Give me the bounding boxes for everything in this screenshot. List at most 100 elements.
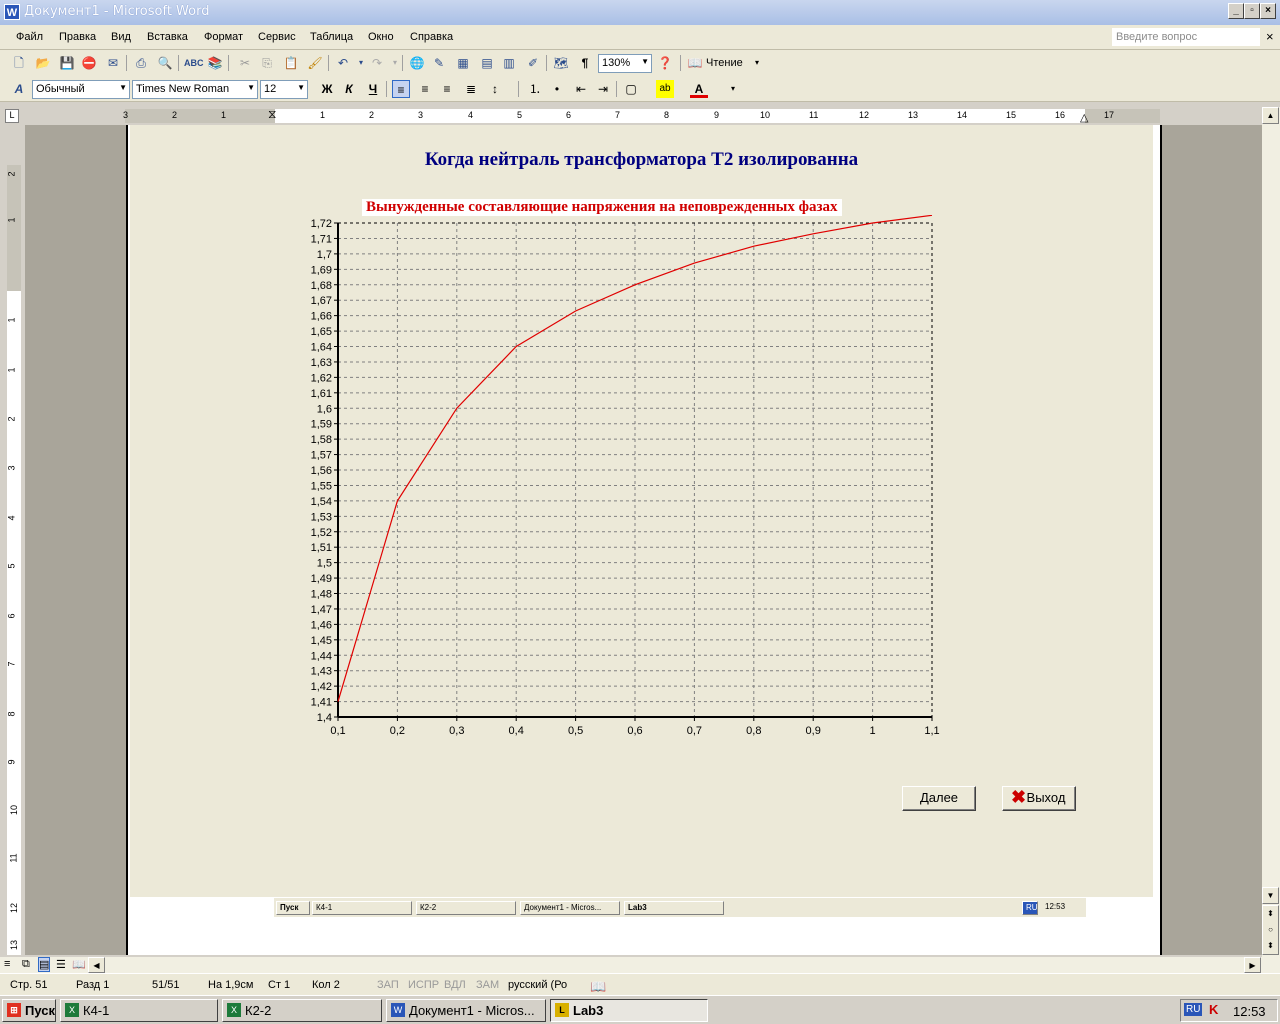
font-size-select[interactable]: 12 ▼ [260, 80, 308, 99]
tab-selector-icon[interactable]: L [5, 109, 19, 123]
decrease-indent-icon[interactable]: ⇤ [572, 80, 590, 98]
menu-tools[interactable]: Сервис [258, 31, 296, 43]
menu-help[interactable]: Справка [410, 31, 453, 43]
highlight-icon[interactable]: ab [656, 80, 674, 98]
style-select[interactable]: Обычный ▼ [32, 80, 130, 99]
hyperlink-icon[interactable]: 🌐 [408, 54, 426, 72]
taskbar-item-k2-2[interactable]: X К2-2 [222, 999, 382, 1022]
outline-view-icon[interactable]: ☰ [56, 958, 66, 971]
scroll-up-icon[interactable]: ▲ [1262, 107, 1279, 124]
cut-icon[interactable]: ✂ [236, 54, 254, 72]
save-icon[interactable]: 💾 [58, 54, 76, 72]
zoom-select[interactable]: 130% ▼ [598, 54, 652, 73]
status-track[interactable]: ИСПР [408, 979, 439, 991]
toolbar-options-icon[interactable]: ▾ [748, 54, 766, 72]
antivirus-icon[interactable]: K [1209, 1002, 1218, 1017]
styles-icon[interactable]: A [10, 80, 28, 98]
reading-button[interactable]: Чтение [706, 57, 743, 69]
status-rec[interactable]: ЗАП [377, 979, 399, 991]
redo-icon[interactable]: ↷ [368, 54, 386, 72]
menu-table[interactable]: Таблица [310, 31, 353, 43]
underline-button[interactable]: Ч [364, 80, 382, 98]
insert-table-icon[interactable]: ▦ [454, 54, 472, 72]
line-spacing-icon[interactable]: ↕ [486, 80, 504, 98]
align-right-icon[interactable]: ≡ [438, 80, 456, 98]
reading-icon[interactable]: 📖 [686, 54, 704, 72]
research-icon[interactable]: 📚 [206, 54, 224, 72]
scroll-left-icon[interactable]: ◀ [88, 957, 105, 973]
print-icon[interactable]: ⎙ [132, 54, 150, 72]
align-left-icon[interactable]: ≡ [392, 80, 410, 98]
tables-borders-icon[interactable]: ✎ [430, 54, 448, 72]
status-overtype[interactable]: ЗАМ [476, 979, 499, 991]
numbering-icon[interactable]: ⒈ [526, 80, 544, 98]
bold-button[interactable]: Ж [318, 80, 336, 98]
ask-question-input[interactable]: Введите вопрос [1112, 28, 1260, 46]
bullets-icon[interactable]: • [548, 80, 566, 98]
horizontal-ruler[interactable]: L 3 2 1 1 2 3 4 5 6 7 8 9 10 11 12 13 14… [5, 107, 1260, 125]
paste-icon[interactable]: 📋 [282, 54, 300, 72]
start-button[interactable]: ⊞ Пуск [2, 999, 56, 1022]
undo-icon[interactable]: ↶ [334, 54, 352, 72]
drawing-icon[interactable]: ✐ [524, 54, 542, 72]
menu-file[interactable]: Файл [16, 31, 43, 43]
menu-window[interactable]: Окно [368, 31, 394, 43]
ruler-label: 9 [6, 759, 17, 765]
first-line-indent-marker[interactable]: ⧖ [268, 107, 276, 122]
show-formatting-icon[interactable]: ¶ [576, 54, 594, 72]
insert-excel-icon[interactable]: ▤ [478, 54, 496, 72]
status-language[interactable]: русский (Ро [508, 979, 567, 991]
font-color-icon[interactable]: A [690, 80, 708, 98]
columns-icon[interactable]: ▥ [500, 54, 518, 72]
print-layout-view-icon[interactable]: ▤ [38, 957, 51, 972]
reading-view-icon[interactable]: 📖 [72, 958, 86, 971]
font-select[interactable]: Times New Roman ▼ [132, 80, 258, 99]
horizontal-scrollbar[interactable]: ≡ ⧉ ▤ ☰ 📖 ◀ ▶ [0, 957, 1280, 973]
spelling-status-icon[interactable]: 📖 [590, 979, 606, 995]
taskbar-item-word[interactable]: W Документ1 - Micros... [386, 999, 546, 1022]
ruler-label: 1 [320, 110, 326, 120]
scroll-right-icon[interactable]: ▶ [1244, 957, 1261, 973]
document-map-icon[interactable]: 🗺 [552, 54, 570, 72]
menu-view[interactable]: Вид [111, 31, 131, 43]
menu-edit[interactable]: Правка [59, 31, 96, 43]
copy-icon[interactable]: ⎘ [258, 54, 276, 72]
status-extend[interactable]: ВДЛ [444, 979, 466, 991]
open-icon[interactable]: 📂 [34, 54, 52, 72]
align-center-icon[interactable]: ≡ [416, 80, 434, 98]
print-preview-icon[interactable]: 🔍 [156, 54, 174, 72]
menu-insert[interactable]: Вставка [147, 31, 188, 43]
close-document-icon[interactable]: × [1266, 29, 1274, 44]
scroll-down-icon[interactable]: ▼ [1262, 887, 1279, 904]
minimize-button[interactable]: _ [1228, 3, 1244, 19]
exit-button[interactable]: ✖ Выход [1002, 786, 1076, 811]
word-app-icon[interactable]: W [4, 4, 20, 20]
taskbar-item-lab3[interactable]: L Lab3 [550, 999, 708, 1022]
permission-icon[interactable]: ⛔ [80, 54, 98, 72]
justify-icon[interactable]: ≣ [462, 80, 480, 98]
borders-icon[interactable]: ▢ [622, 80, 640, 98]
taskbar-item-k4-1[interactable]: X К4-1 [60, 999, 218, 1022]
normal-view-icon[interactable]: ≡ [4, 958, 10, 970]
vertical-ruler[interactable]: 2 1 1 1 2 3 4 5 6 7 8 9 10 11 12 13 [0, 125, 25, 955]
toolbar-options-icon[interactable]: ▾ [724, 80, 742, 98]
next-button[interactable]: Далее [902, 786, 976, 811]
web-view-icon[interactable]: ⧉ [22, 958, 30, 971]
help-icon[interactable]: ❓ [656, 54, 674, 72]
ruler-label: 1 [6, 367, 17, 373]
windows-logo-icon: ⊞ [7, 1003, 21, 1017]
new-document-icon[interactable]: 🗋 [10, 54, 28, 72]
browse-object-icon[interactable]: ⬍ ○ ⬍ [1262, 905, 1279, 955]
increase-indent-icon[interactable]: ⇥ [594, 80, 612, 98]
right-indent-marker[interactable]: △ [1080, 111, 1088, 124]
close-button[interactable]: × [1260, 3, 1276, 19]
format-painter-icon[interactable]: 🖌 [306, 54, 324, 72]
restore-button[interactable]: ▫ [1244, 3, 1260, 19]
x-tick-label: 0,5 [568, 725, 583, 737]
email-icon[interactable]: ✉ [104, 54, 122, 72]
vertical-scrollbar[interactable]: ▲ ▼ ⬍ ○ ⬍ [1262, 107, 1280, 957]
spelling-icon[interactable]: ABC [184, 54, 204, 72]
menu-format[interactable]: Формат [204, 31, 243, 43]
language-indicator[interactable]: RU [1184, 1003, 1203, 1016]
italic-button[interactable]: К [340, 80, 358, 98]
